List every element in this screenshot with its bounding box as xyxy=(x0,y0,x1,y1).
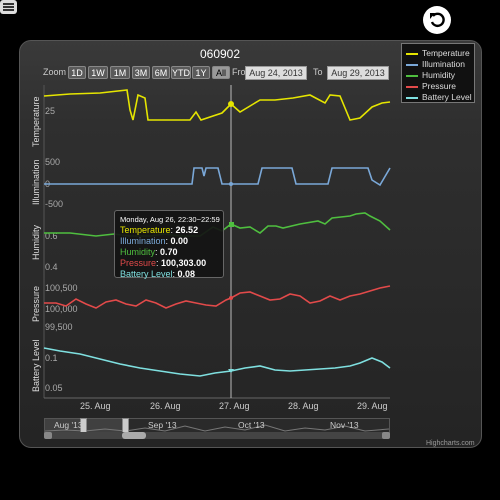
tooltip-header: Monday, Aug 26, 22:30~22:59 xyxy=(120,215,220,224)
xtick: 26. Aug xyxy=(150,401,181,411)
tooltip-row-illumination: Illumination: 0.00 xyxy=(120,236,189,246)
navigator-tick: Nov '13 xyxy=(330,420,359,430)
series-point-pressure xyxy=(229,296,233,300)
series-point-illumination xyxy=(229,182,233,186)
navigator-tick: Oct '13 xyxy=(238,420,265,430)
navigator-tick: Sep '13 xyxy=(148,420,177,430)
scrollbar-track[interactable] xyxy=(44,432,390,439)
series-battery-level xyxy=(43,347,391,377)
series-illumination xyxy=(44,167,391,187)
tooltip-row-temperature: Temperature: 26.52 xyxy=(120,225,199,235)
navigator-tick: Aug '13 xyxy=(54,420,83,430)
tooltip-row-humidity: Humidity: 0.70 xyxy=(120,247,178,257)
credits-link[interactable]: Highcharts.com xyxy=(426,440,475,447)
data-tooltip: Monday, Aug 26, 22:30~22:59 Temperature:… xyxy=(114,210,224,279)
scrollbar-thumb[interactable] xyxy=(122,432,146,439)
xtick: 25. Aug xyxy=(80,401,111,411)
series-temperature xyxy=(43,89,391,121)
tooltip-row-pressure: Pressure: 100,303.00 xyxy=(120,258,207,268)
xtick: 28. Aug xyxy=(288,401,319,411)
tooltip-row-battery-level: Battery Level: 0.08 xyxy=(120,269,196,279)
xtick: 27. Aug xyxy=(219,401,250,411)
series-point-temperature xyxy=(228,101,234,107)
xtick: 29. Aug xyxy=(357,401,388,411)
scrollbar-right-arrow[interactable] xyxy=(382,432,390,439)
series-pressure xyxy=(44,285,391,309)
series-point-humidity xyxy=(229,222,234,227)
scrollbar-left-arrow[interactable] xyxy=(44,432,52,439)
